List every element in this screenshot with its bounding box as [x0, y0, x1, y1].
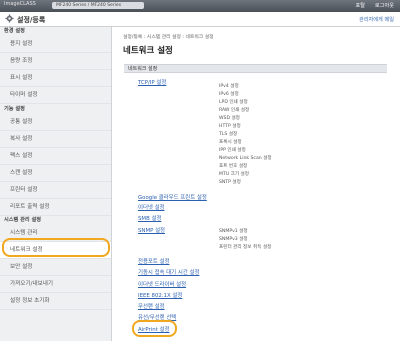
sidebar-item-paper[interactable]: 용지 설정 — [0, 36, 111, 53]
sidebar-item-volume[interactable]: 음량 조정 — [0, 53, 111, 70]
sidebar-item-import-export[interactable]: 가져오기/내보내기 — [0, 276, 111, 293]
wireless-lan-link[interactable]: 무선랜 설정 — [138, 302, 165, 310]
tcpip-settings-link[interactable]: TCP/IP 설정 — [138, 78, 166, 86]
airprint-highlight-ring — [132, 320, 177, 337]
google-cloud-print-link[interactable]: Google 클라우드 프린트 설정 — [138, 193, 207, 201]
sidebar-item-reset[interactable]: 설정 정보 초기화 — [0, 293, 111, 310]
sidebar-item-copy[interactable]: 복사 설정 — [0, 131, 111, 148]
snmp-subitem: SNMPv1 설정 — [219, 229, 248, 234]
sidebar-item-common[interactable]: 공통 설정 — [0, 114, 111, 131]
tcpip-subitem: MTU 크기 설정 — [219, 172, 249, 177]
portal-link[interactable]: 포탈 — [355, 2, 365, 9]
snmp-subitem: 프린터 관리 정보 취득 설정 — [219, 245, 272, 250]
tcpip-subitem: SNTP 설정 — [219, 180, 241, 185]
sidebar-item-scan[interactable]: 스캔 설정 — [0, 165, 111, 182]
tcpip-subitem: IPv4 설정 — [219, 84, 239, 89]
dedicated-port-link[interactable]: 전용포트 설정 — [138, 257, 169, 265]
sidebar: 환경 설정 용지 설정 음량 조정 표시 설정 타이머 설정 기능 설정 공통 … — [0, 27, 112, 341]
logout-link[interactable]: 로그아웃 — [375, 2, 394, 9]
startup-wait-link[interactable]: 기동시 접속 대기 시간 설정 — [138, 268, 199, 276]
tcpip-subitem: 포트 번호 설정 — [219, 164, 248, 169]
sidebar-item-security[interactable]: 보안 설정 — [0, 259, 111, 276]
sidebar-heading-environment: 환경 설정 — [4, 28, 25, 34]
tcpip-subitem: Network Link Scan 설정 — [219, 156, 272, 161]
ethernet-settings-link[interactable]: 이더넷 설정 — [138, 203, 165, 211]
sidebar-item-timer[interactable]: 타이머 설정 — [0, 87, 111, 104]
sidebar-item-fax[interactable]: 팩스 설정 — [0, 148, 111, 165]
breadcrumb: 설정/등록 : 시스템 관리 설정 : 네트워크 설정 — [123, 35, 214, 40]
device-tab[interactable]: MF240 Series / MF240 Series — [52, 2, 144, 9]
tcpip-subitem: RAW 인쇄 설정 — [219, 108, 250, 113]
snmp-subitem: SNMPv3 설정 — [219, 237, 248, 242]
tcpip-subitem: IPP 인쇄 설정 — [219, 148, 246, 153]
tcpip-subitem: IPv6 설정 — [219, 92, 239, 97]
sidebar-heading-function: 기능 설정 — [4, 106, 25, 112]
top-bar: ImageCLASS MF240 Series / MF240 Series 포… — [0, 0, 400, 12]
ieee-8021x-link[interactable]: IEEE 802.1X 설정 — [138, 291, 182, 299]
sidebar-heading-system: 시스템 관리 설정 — [4, 217, 42, 223]
sidebar-item-report[interactable]: 리포트 출력 설정 — [0, 199, 111, 216]
network-highlight-ring — [2, 238, 110, 257]
sidebar-item-display[interactable]: 표시 설정 — [0, 70, 111, 87]
tcpip-subitem: WSD 설정 — [219, 116, 240, 121]
snmp-settings-link[interactable]: SNMP 설정 — [138, 226, 165, 234]
ethernet-driver-link[interactable]: 이더넷 드라이버 설정 — [138, 280, 186, 288]
tcpip-subitem: HTTP 설정 — [219, 124, 241, 129]
gear-icon — [5, 14, 14, 23]
tcpip-subitem: LPD 인쇄 설정 — [219, 100, 248, 105]
brand-label: ImageCLASS — [4, 1, 36, 7]
admin-mail-link[interactable]: 관리자에게 메일 — [359, 16, 394, 23]
sidebar-item-printer[interactable]: 프린터 설정 — [0, 182, 111, 199]
section-header: 네트워크 설정 — [124, 64, 387, 73]
page-title: 네트워크 설정 — [123, 46, 173, 56]
tcpip-subitem: 프록시 설정 — [219, 140, 242, 145]
page-header: 설정/등록 관리자에게 메일 — [0, 12, 400, 27]
header-title: 설정/등록 — [17, 16, 46, 24]
smb-settings-link[interactable]: SMB 설정 — [138, 214, 161, 222]
tcpip-subitem: TLS 설정 — [219, 132, 238, 137]
